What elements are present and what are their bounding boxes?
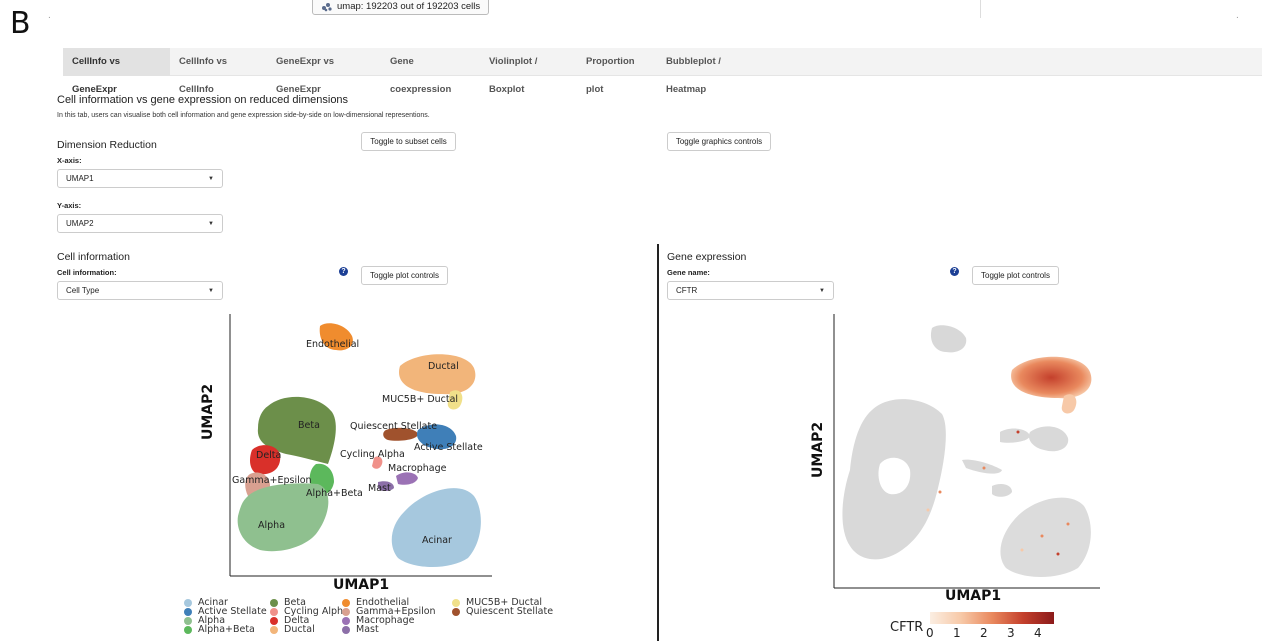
legend-item: Mast [342, 624, 379, 635]
legend-dot [270, 625, 278, 634]
colorbar-ticks: 0 1 2 3 4 [924, 626, 1060, 640]
legend-item: Ductal [270, 624, 315, 635]
geneexpr-toggle-plot-button[interactable]: Toggle plot controls [972, 266, 1059, 285]
label-macrophage: Macrophage [388, 463, 447, 474]
colorbar-tick-label: 4 [1034, 626, 1042, 640]
legend-label: Quiescent Stellate [466, 606, 554, 617]
cellinfo-value: Cell Type [66, 286, 100, 295]
chevron-down-icon: ▼ [208, 220, 214, 227]
cellinfo-label: Cell information: [57, 268, 117, 277]
label-cycling-alpha: Cycling Alpha [340, 449, 405, 460]
tab-cellinfo-vs-cellinfo[interactable]: CellInfo vs CellInfo [170, 48, 267, 95]
label-gamma-epsilon: Gamma+Epsilon [232, 475, 312, 486]
label-delta: Delta [256, 450, 281, 461]
tab-gene-coexpression[interactable]: Gene coexpression [381, 48, 480, 95]
colorbar-title: CFTR [890, 620, 924, 635]
label-active-stellate: Active Stellate [414, 442, 483, 453]
colorbar-tick-label: 2 [980, 626, 988, 640]
legend-dot [184, 625, 192, 634]
legend-label: Alpha+Beta [198, 624, 255, 635]
colorbar-tick-label: 1 [953, 626, 961, 640]
y-axis-value: UMAP2 [66, 219, 94, 228]
cell-count-text: umap: 192203 out of 192203 cells [337, 1, 481, 12]
label-alpha-beta: Alpha+Beta [306, 488, 363, 499]
label-ductal: Ductal [428, 361, 459, 372]
geneexpr-ylabel: UMAP2 [810, 421, 826, 478]
cell-count-badge: umap: 192203 out of 192203 cells [312, 0, 490, 15]
cellinfo-toggle-plot-button[interactable]: Toggle plot controls [361, 266, 448, 285]
x-axis-value: UMAP1 [66, 174, 94, 183]
label-muc5b-ductal: MUC5B+ Ductal [382, 394, 458, 405]
dot-marker: . [48, 10, 51, 21]
scatter-icon [322, 2, 332, 11]
colorbar-tick-label: 0 [926, 626, 934, 640]
y-axis-select[interactable]: UMAP2 ▼ [57, 214, 223, 233]
label-mast: Mast [368, 483, 391, 494]
top-divider [980, 0, 981, 18]
legend-label: Ductal [284, 624, 315, 635]
legend-dot [342, 625, 350, 634]
help-icon[interactable]: ? [339, 267, 348, 276]
y-axis-label: Y-axis: [57, 201, 82, 210]
tab-geneexpr-vs-geneexpr[interactable]: GeneExpr vs GeneExpr [267, 48, 381, 95]
label-acinar: Acinar [422, 535, 452, 546]
label-alpha: Alpha [258, 520, 285, 531]
legend-label: Mast [356, 624, 379, 635]
legend-dot [452, 607, 460, 616]
label-quiescent-stellate: Quiescent Stellate [350, 421, 437, 432]
legend-item: Alpha+Beta [184, 624, 255, 635]
cluster-macrophage [396, 472, 418, 485]
geneexpr-heading: Gene expression [667, 251, 747, 263]
tab-bubbleplot-heatmap[interactable]: Bubbleplot / Heatmap [657, 48, 767, 95]
page-title: Cell information vs gene expression on r… [57, 94, 349, 106]
toggle-graphics-button[interactable]: Toggle graphics controls [667, 132, 771, 151]
gene-name-select[interactable]: CFTR ▼ [667, 281, 834, 300]
chevron-down-icon: ▼ [208, 175, 214, 182]
dot-marker-right: . [1236, 10, 1239, 21]
cellinfo-heading: Cell information [57, 251, 130, 263]
tab-bar: CellInfo vs GeneExpr CellInfo vs CellInf… [63, 48, 1262, 95]
tab-violinplot-boxplot[interactable]: Violinplot / Boxplot [480, 48, 578, 95]
x-axis-label: X-axis: [57, 156, 82, 165]
cluster-acinar [391, 488, 481, 567]
colorbar-gradient [930, 612, 1054, 624]
toggle-subset-button[interactable]: Toggle to subset cells [361, 132, 456, 151]
geneexpr-xlabel: UMAP1 [945, 588, 1002, 604]
tab-proportion-plot[interactable]: Proportion plot [577, 48, 658, 95]
help-icon[interactable]: ? [950, 267, 959, 276]
label-endothelial: Endothelial [306, 339, 359, 350]
cellinfo-xlabel: UMAP1 [333, 577, 390, 593]
tab-cellinfo-vs-geneexpr[interactable]: CellInfo vs GeneExpr [63, 48, 170, 95]
panel-letter: B [10, 6, 31, 41]
dimred-heading: Dimension Reduction [57, 139, 157, 151]
page-description: In this tab, users can visualise both ce… [57, 112, 430, 119]
panel-divider [657, 244, 659, 641]
gene-name-value: CFTR [676, 286, 698, 295]
legend-item: Quiescent Stellate [452, 606, 553, 617]
x-axis-select[interactable]: UMAP1 ▼ [57, 169, 223, 188]
label-beta: Beta [298, 420, 320, 431]
chevron-down-icon: ▼ [819, 287, 825, 294]
cellinfo-select[interactable]: Cell Type ▼ [57, 281, 223, 300]
gene-name-label: Gene name: [667, 268, 710, 277]
colorbar-tick-label: 3 [1007, 626, 1015, 640]
cellinfo-umap-plot: Endothelial Ductal MUC5B+ Ductal Beta Qu… [229, 314, 492, 577]
chevron-down-icon: ▼ [208, 287, 214, 294]
cellinfo-ylabel: UMAP2 [200, 383, 216, 440]
geneexpr-umap-plot [833, 314, 1100, 589]
